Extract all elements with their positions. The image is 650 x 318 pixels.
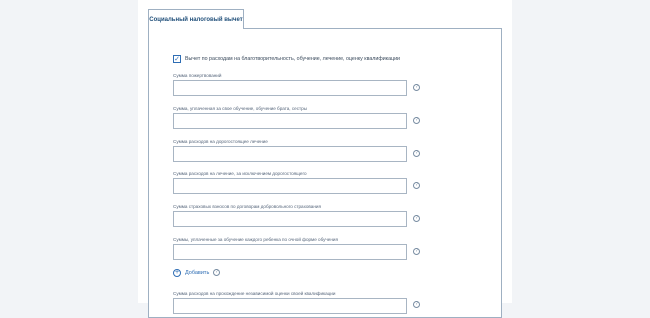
donations-input[interactable] [173,80,407,96]
add-button-label: Добавить [185,270,210,276]
question-circle-icon[interactable]: ? [413,182,420,189]
question-circle-icon[interactable]: ? [413,248,420,255]
expensive-treatment-input[interactable] [173,146,407,162]
insurance-input[interactable] [173,211,407,227]
question-circle-icon[interactable]: ? [413,84,420,91]
qualification-input[interactable] [173,298,407,314]
own-education-input[interactable] [173,113,407,129]
child-education-input[interactable] [173,244,407,260]
deduction-checkbox-label: Вычет по расходам на благотворительность… [185,56,400,62]
field-label-child-education: Суммы, уплаченные за обучение каждого ре… [173,237,338,242]
deduction-checkbox[interactable]: ✓ [173,55,181,63]
field-label-own-education: Сумма, уплаченная за свое обучение, обуч… [173,106,307,111]
deduction-checkbox-row[interactable]: ✓ Вычет по расходам на благотворительнос… [173,55,400,63]
field-label-donations: Сумма пожертвований [173,73,222,78]
question-circle-icon[interactable]: ? [213,269,220,276]
question-circle-icon[interactable]: ? [413,301,420,308]
question-circle-icon[interactable]: ? [413,215,420,222]
field-label-expensive-treatment: Сумма расходов на дорогостоящее лечение [173,139,268,144]
field-label-qualification: Сумма расходов на прохождение независимо… [173,291,336,296]
tab-label: Социальный налоговый вычет [149,16,243,23]
question-circle-icon[interactable]: ? [413,150,420,157]
plus-circle-icon: + [173,269,181,277]
treatment-input[interactable] [173,178,407,194]
field-label-treatment: Сумма расходов на лечение, за исключение… [173,171,307,176]
checkmark-icon: ✓ [174,55,180,63]
add-child-button[interactable]: + Добавить [173,269,209,277]
field-label-insurance: Сумма страховых взносов по договорам доб… [173,204,321,209]
question-circle-icon[interactable]: ? [413,117,420,124]
tab-social-tax-deduction[interactable]: Социальный налоговый вычет [148,9,244,29]
